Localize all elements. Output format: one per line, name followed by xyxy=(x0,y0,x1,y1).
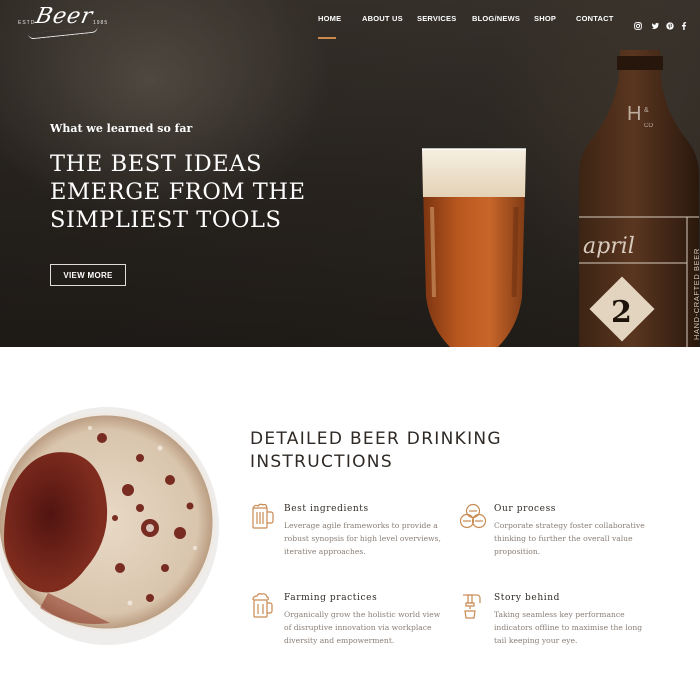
bottle-label-script: april xyxy=(583,234,635,259)
nav-about-us[interactable]: ABOUT US xyxy=(362,14,403,23)
view-more-button[interactable]: VIEW MORE xyxy=(50,264,126,286)
nav-active-indicator xyxy=(318,37,336,39)
pinterest-icon[interactable] xyxy=(666,15,675,30)
logo-word: Beer xyxy=(33,4,96,29)
feature-text: Corporate strategy foster collaborative … xyxy=(494,521,645,556)
bottle-label-side: HAND-CRAFTED BEER xyxy=(692,248,700,340)
brand-logo[interactable]: ESTD Beer 1985 xyxy=(18,4,110,40)
hero-title-line: SIMPLIEST TOOLS xyxy=(50,207,282,233)
hero-title-line: THE BEST IDEAS xyxy=(50,151,263,177)
beer-bottle-image: H & CO april HAND-CRAFTED BEER 2 xyxy=(575,50,700,347)
feature-text: Taking seamless key performance indicato… xyxy=(494,610,643,645)
feature-title: Farming practices xyxy=(284,593,378,603)
beer-tap-icon xyxy=(460,591,486,619)
section-title: DETAILED BEER DRINKING INSTRUCTIONS xyxy=(250,428,502,474)
nav-services[interactable]: SERVICES xyxy=(417,14,456,23)
logo-year: 1985 xyxy=(93,20,109,26)
hero-title: THE BEST IDEAS EMERGE FROM THE SIMPLIEST… xyxy=(50,150,350,234)
nav-blog-news[interactable]: BLOG/NEWS xyxy=(472,14,520,23)
logo-estd: ESTD xyxy=(18,20,36,26)
svg-text:H: H xyxy=(627,103,641,125)
beer-glass-image xyxy=(418,147,530,347)
nav-home[interactable]: HOME xyxy=(318,14,341,23)
feature-title: Best ingredients xyxy=(284,504,369,514)
beer-top-view-image xyxy=(0,398,222,646)
svg-text:&: & xyxy=(644,107,649,114)
feature-title: Our process xyxy=(494,504,557,514)
feature-text: Leverage agile frameworks to provide a r… xyxy=(284,521,441,556)
twitter-icon[interactable] xyxy=(651,15,660,29)
nav-shop[interactable]: SHOP xyxy=(534,14,556,23)
feature-title: Story behind xyxy=(494,593,560,603)
hero-kicker: What we learned so far xyxy=(50,122,193,135)
facebook-icon[interactable] xyxy=(680,15,689,30)
svg-text:CO: CO xyxy=(644,123,653,129)
instagram-icon[interactable] xyxy=(634,15,643,30)
hero-banner: ESTD Beer 1985 HOME ABOUT US SERVICES BL… xyxy=(0,0,700,347)
hero-title-line: EMERGE FROM THE xyxy=(50,179,306,205)
nav-contact[interactable]: CONTACT xyxy=(576,14,614,23)
section-title-line: INSTRUCTIONS xyxy=(250,452,393,472)
beer-mug-icon xyxy=(250,502,276,530)
barrels-icon xyxy=(459,502,487,530)
foamy-mug-icon xyxy=(250,591,276,619)
feature-text: Organically grow the holistic world view… xyxy=(284,610,441,645)
bottle-number: 2 xyxy=(611,295,632,330)
section-title-line: DETAILED BEER DRINKING xyxy=(250,429,502,449)
